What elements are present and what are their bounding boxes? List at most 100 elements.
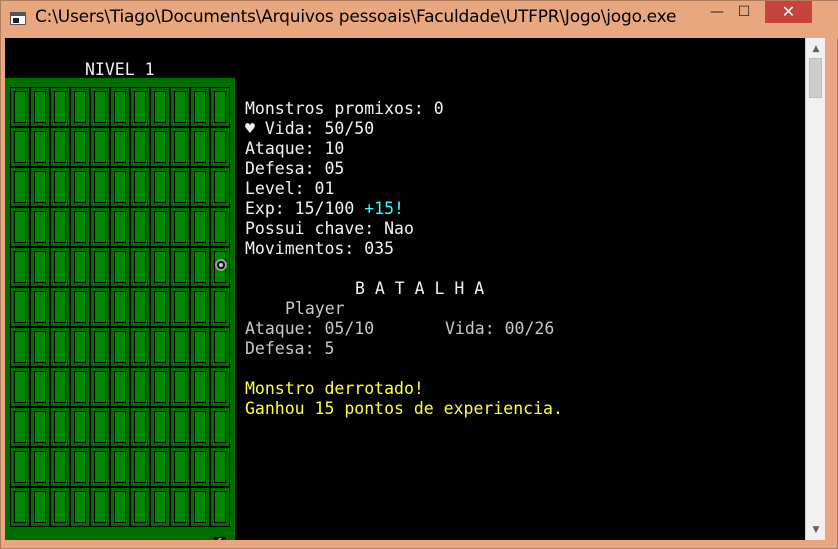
- scrollbar-thumb[interactable]: [809, 58, 822, 98]
- map-tile: [150, 127, 170, 167]
- close-button[interactable]: ✕: [765, 1, 812, 23]
- map-tile: [30, 167, 50, 207]
- map-tile: [150, 167, 170, 207]
- map-tile: [210, 407, 230, 447]
- stat-key: Possui chave: Nao: [245, 219, 414, 238]
- map-tile: [10, 367, 30, 407]
- map-tile: [170, 127, 190, 167]
- map-tile: [190, 127, 210, 167]
- map-tile: [150, 287, 170, 327]
- map-tile: [90, 327, 110, 367]
- map-tile: [210, 287, 230, 327]
- stat-life: Vida: 50/50: [254, 119, 375, 138]
- stat-life-row: ♥ Vida: 50/50: [245, 119, 374, 139]
- map-tile: [30, 487, 50, 527]
- map-tile: [50, 167, 70, 207]
- heart-icon: ♥: [245, 119, 255, 138]
- map-tile: [10, 447, 30, 487]
- map-tile: [110, 127, 130, 167]
- map-tile: [110, 87, 130, 127]
- message-defeated: Monstro derrotado!: [245, 379, 424, 398]
- map-tile: [10, 247, 30, 287]
- map-tile: [90, 87, 110, 127]
- map-tile: [150, 87, 170, 127]
- map-tile: [90, 447, 110, 487]
- map-tile: [90, 247, 110, 287]
- map-tile: [190, 447, 210, 487]
- battle-player-label: Player: [285, 299, 345, 318]
- minimize-button[interactable]: —: [704, 1, 730, 23]
- vertical-scrollbar[interactable]: ▲ ▼: [805, 38, 825, 540]
- map-tile: [210, 87, 230, 127]
- stat-exp: Exp: 15/100: [245, 199, 365, 218]
- map-tile: [70, 487, 90, 527]
- map-tile: [110, 487, 130, 527]
- map-tile: [70, 447, 90, 487]
- map-tile: [50, 487, 70, 527]
- map-tile: [190, 367, 210, 407]
- map-tile: [130, 207, 150, 247]
- map-tile: [10, 407, 30, 447]
- map-tile: [130, 167, 150, 207]
- console-window: C:\Users\Tiago\Documents\Arquivos pessoa…: [0, 0, 838, 549]
- map-tile: [110, 327, 130, 367]
- map-tile: [90, 167, 110, 207]
- map-tile: [190, 287, 210, 327]
- map-tile: [50, 367, 70, 407]
- map-tile: [130, 407, 150, 447]
- map-tile: [30, 327, 50, 367]
- stat-exp-row: Exp: 15/100 +15!: [245, 199, 404, 219]
- map-tile: [70, 127, 90, 167]
- map-tile: [70, 207, 90, 247]
- map-tile: [90, 367, 110, 407]
- title-bar[interactable]: C:\Users\Tiago\Documents\Arquivos pessoa…: [1, 1, 838, 38]
- map-tile: [210, 447, 230, 487]
- map-tile: [50, 87, 70, 127]
- map-tile: [170, 247, 190, 287]
- map-tile: [170, 487, 190, 527]
- map-tile: [70, 407, 90, 447]
- map-tile: [210, 167, 230, 207]
- map-tile: [130, 327, 150, 367]
- battle-attack: Ataque: 05/10: [245, 319, 375, 338]
- map-tile: [90, 287, 110, 327]
- map-tile: [130, 127, 150, 167]
- map-tile: [150, 207, 170, 247]
- player-icon: [215, 259, 227, 271]
- map-tile: [50, 247, 70, 287]
- scroll-down-icon[interactable]: ▼: [806, 521, 826, 538]
- map-tile: [210, 367, 230, 407]
- stat-monsters: Monstros promixos: 0: [245, 99, 444, 118]
- map-tile: [30, 127, 50, 167]
- map-tile: [210, 127, 230, 167]
- map-tile: [110, 287, 130, 327]
- stat-attack: Ataque: 10: [245, 139, 345, 158]
- maximize-button[interactable]: ☐: [731, 1, 757, 23]
- map-tile: [70, 287, 90, 327]
- map-tile: [130, 487, 150, 527]
- map-tile: [10, 327, 30, 367]
- map-tile: [170, 207, 190, 247]
- map-tile: [30, 207, 50, 247]
- map-tile: [150, 367, 170, 407]
- map-tile: [170, 407, 190, 447]
- exit-door-icon: [214, 537, 226, 540]
- map-tile: [110, 367, 130, 407]
- scroll-up-icon[interactable]: ▲: [806, 40, 826, 57]
- map-tile: [70, 247, 90, 287]
- stat-moves: Movimentos: 035: [245, 239, 395, 258]
- map-tile: [190, 87, 210, 127]
- map-tile: [50, 407, 70, 447]
- map-tile: [30, 407, 50, 447]
- map-tile: [50, 447, 70, 487]
- exp-gain: +15!: [364, 199, 404, 218]
- map-tile: [70, 167, 90, 207]
- map-tile: [130, 367, 150, 407]
- map-tile: [190, 487, 210, 527]
- map-tile: [90, 487, 110, 527]
- map-border: [5, 534, 235, 540]
- map-tile: [170, 167, 190, 207]
- map-tile: [70, 367, 90, 407]
- map-tile: [130, 447, 150, 487]
- map-tile: [150, 447, 170, 487]
